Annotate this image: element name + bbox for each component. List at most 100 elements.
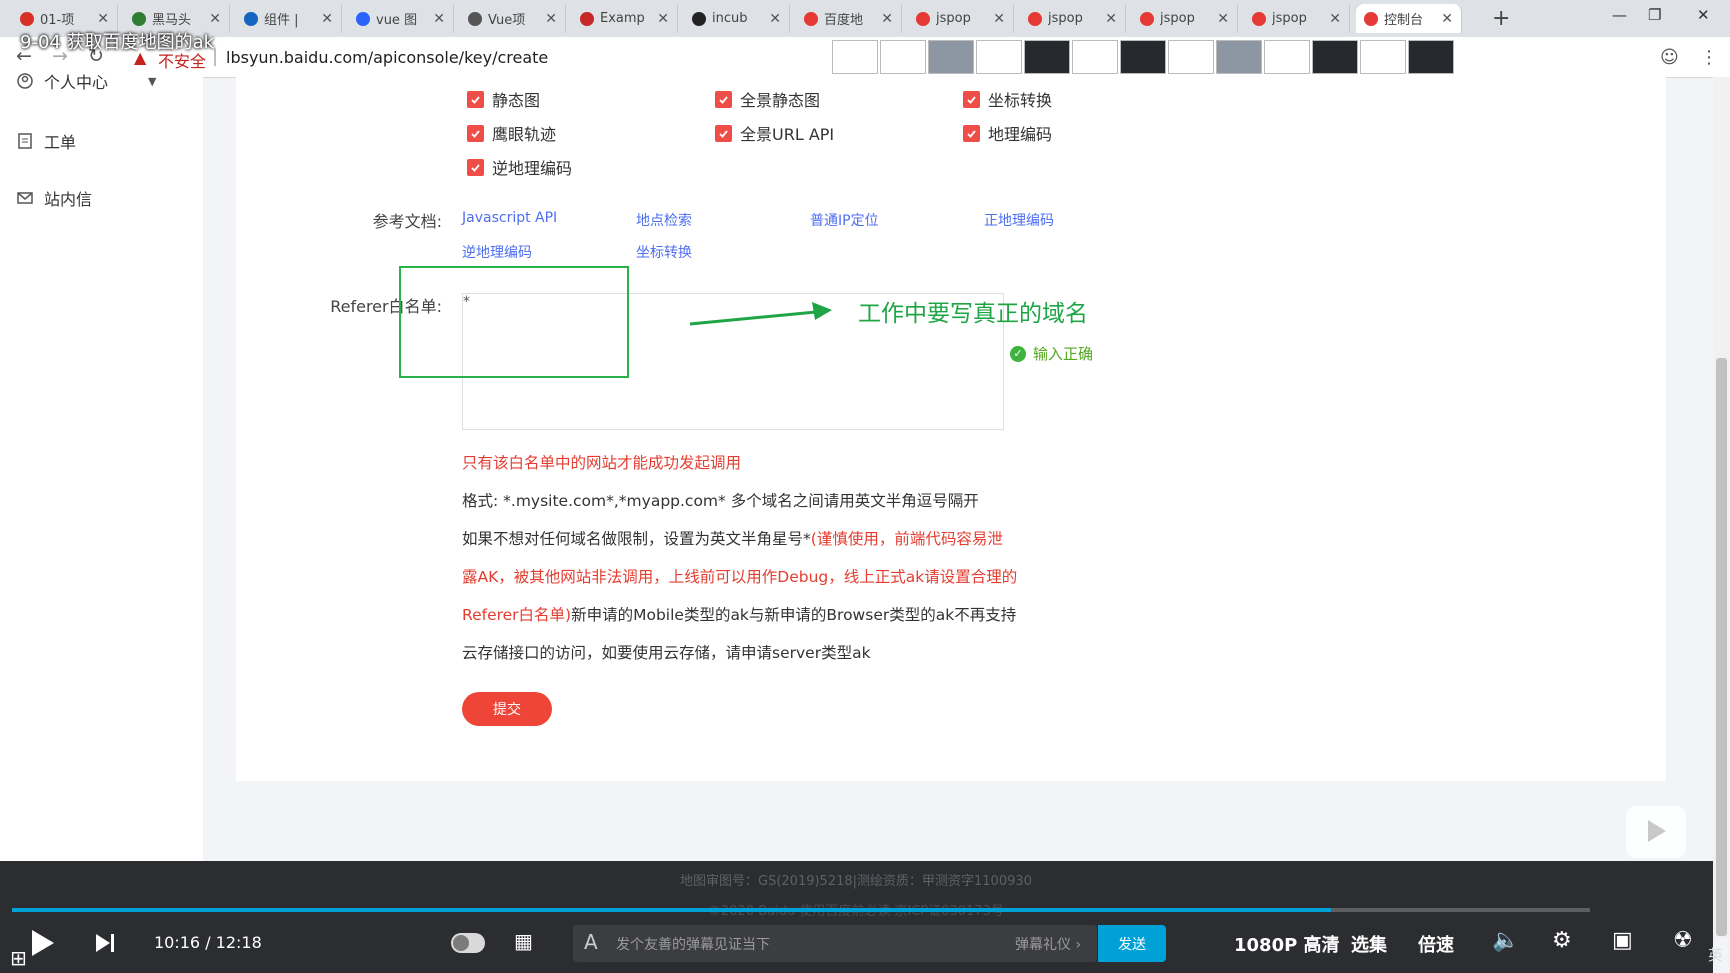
check-circle-icon: ✓ (1010, 345, 1026, 362)
windows-start-icon[interactable]: ⊞ (10, 946, 27, 970)
danmaku-style-icon[interactable]: A (584, 930, 598, 954)
tab-label: jspop (1160, 11, 1195, 26)
check-icon (715, 90, 732, 108)
checkbox-label: 全景URL API (740, 125, 835, 144)
sidebar-item-label: 工单 (44, 133, 77, 152)
next-episode-icon[interactable] (96, 934, 110, 952)
thumbnail[interactable] (1072, 40, 1118, 74)
ime-indicator[interactable]: 英 (1708, 944, 1723, 965)
danmaku-etiquette-link[interactable]: 弹幕礼仪 › (1015, 934, 1081, 954)
check-icon (963, 124, 980, 142)
browser-tab[interactable]: incub ✕ (684, 4, 790, 33)
tab-close-icon[interactable]: ✕ (1329, 11, 1341, 27)
checkbox-coord-convert[interactable]: 坐标转换 (963, 87, 1052, 111)
restore-icon[interactable]: ❐ (1648, 6, 1661, 24)
quality-selector[interactable]: 1080P 高清 (1234, 931, 1340, 957)
check-icon (715, 124, 732, 142)
thumbnail[interactable] (832, 40, 878, 74)
browser-tab[interactable]: jspop ✕ (1132, 4, 1238, 33)
speed-button[interactable]: 倍速 (1418, 931, 1454, 957)
checkbox-panorama-url[interactable]: 全景URL API (715, 121, 834, 145)
tab-label: 控制台 (1384, 13, 1424, 28)
tab-close-icon[interactable]: ✕ (97, 11, 109, 27)
tab-favicon-icon (1140, 11, 1154, 26)
browser-tab[interactable]: jspop ✕ (908, 4, 1014, 33)
checkbox-geocoding[interactable]: 地理编码 (963, 121, 1052, 145)
thumbnail[interactable] (976, 40, 1022, 74)
tab-close-icon[interactable]: ✕ (433, 11, 445, 27)
hint-text: 新申请的Mobile类型的ak与新申请的Browser类型的ak不再支持 (571, 606, 1017, 624)
tab-close-icon[interactable]: ✕ (545, 11, 557, 27)
thumbnail[interactable] (880, 40, 926, 74)
doc-link[interactable]: 地点检索 (636, 210, 692, 230)
episodes-button[interactable]: 选集 (1351, 931, 1387, 957)
tab-close-icon[interactable]: ✕ (321, 11, 333, 27)
browser-tab[interactable]: jspop ✕ (1244, 4, 1350, 33)
thumbnail[interactable] (928, 40, 974, 74)
doc-link[interactable]: 普通IP定位 (810, 210, 879, 230)
thumbnail[interactable] (1264, 40, 1310, 74)
thumbnail[interactable] (1024, 40, 1070, 74)
account-icon[interactable]: ☺ (1660, 47, 1679, 68)
sidebar-item-work-order[interactable]: 工单 (16, 129, 76, 153)
doc-link[interactable]: 逆地理编码 (462, 242, 532, 262)
scrollbar-thumb[interactable] (1716, 358, 1727, 936)
browser-tab[interactable]: 百度地 ✕ (796, 4, 902, 33)
browser-tab[interactable]: vue 图 ✕ (348, 4, 454, 33)
checkbox-eagle-track[interactable]: 鹰眼轨迹 (467, 121, 556, 145)
tab-close-icon[interactable]: ✕ (657, 11, 669, 27)
menu-kebab-icon[interactable]: ⋮ (1700, 47, 1718, 68)
tab-close-icon[interactable]: ✕ (993, 11, 1005, 27)
browser-tab[interactable]: 组件 | ✕ (236, 4, 342, 33)
tab-label: jspop (936, 11, 971, 26)
check-icon (963, 90, 980, 108)
sidebar-item-messages[interactable]: 站内信 (16, 186, 92, 210)
fullscreen-icon[interactable]: ☢ (1673, 928, 1693, 953)
submit-button[interactable]: 提交 (462, 692, 552, 726)
tab-favicon-icon (1364, 11, 1378, 26)
doc-link[interactable]: 正地理编码 (984, 210, 1054, 230)
url-input[interactable]: lbsyun.baidu.com/apiconsole/key/create (226, 48, 548, 67)
checkbox-static-map[interactable]: 静态图 (467, 87, 540, 111)
annotation-text: 工作中要写真正的域名 (858, 301, 1088, 327)
thumbnail[interactable] (1216, 40, 1262, 74)
volume-icon[interactable]: 🔈 (1492, 928, 1519, 953)
browser-tab[interactable]: jspop ✕ (1020, 4, 1126, 33)
doc-link[interactable]: 坐标转换 (636, 242, 692, 262)
browser-tab[interactable]: Vue项 ✕ (460, 4, 566, 33)
thumbnail[interactable] (1120, 40, 1166, 74)
tab-close-icon[interactable]: ✕ (1217, 11, 1229, 27)
sidebar-item-personal-center[interactable]: 个人中心 ▼ (16, 69, 156, 93)
doc-link[interactable]: Javascript API (462, 210, 557, 226)
tab-favicon-icon (132, 11, 146, 26)
tab-favicon-icon (468, 11, 482, 26)
browser-tab[interactable]: 控制台 ✕ (1356, 4, 1462, 33)
thumbnail[interactable] (1312, 40, 1358, 74)
send-danmaku-button[interactable]: 发送 (1098, 925, 1166, 962)
tab-close-icon[interactable]: ✕ (209, 11, 221, 27)
gear-icon[interactable]: ⚙ (1552, 928, 1572, 953)
footer-icp-line: 地图审图号：GS(2019)5218|测绘资质：甲测资字1100930 (680, 874, 1032, 889)
tab-close-icon[interactable]: ✕ (1105, 11, 1117, 27)
close-window-icon[interactable]: ✕ (1697, 6, 1710, 24)
thumbnail[interactable] (1408, 40, 1454, 74)
validation-text: 输入正确 (1033, 345, 1094, 363)
minimize-icon[interactable]: — (1612, 6, 1627, 24)
checkbox-label: 静态图 (492, 91, 541, 110)
checkbox-label: 逆地理编码 (492, 159, 573, 178)
thumbnail[interactable] (1168, 40, 1214, 74)
docs-label: 参考文档: (372, 212, 442, 231)
browser-tab[interactable]: Examp ✕ (572, 4, 678, 33)
pip-icon[interactable]: ▣ (1612, 928, 1633, 953)
danmaku-settings-icon[interactable]: ▦ (514, 929, 540, 955)
new-tab-button[interactable]: + (1492, 6, 1510, 31)
checkbox-panorama-static[interactable]: 全景静态图 (715, 87, 820, 111)
tab-close-icon[interactable]: ✕ (1441, 11, 1453, 27)
checkbox-reverse-geocoding[interactable]: 逆地理编码 (467, 155, 572, 179)
tab-close-icon[interactable]: ✕ (881, 11, 893, 27)
tab-label: Examp (600, 11, 645, 26)
tab-favicon-icon (580, 11, 594, 26)
play-icon[interactable] (32, 930, 54, 956)
thumbnail[interactable] (1360, 40, 1406, 74)
tab-close-icon[interactable]: ✕ (769, 11, 781, 27)
